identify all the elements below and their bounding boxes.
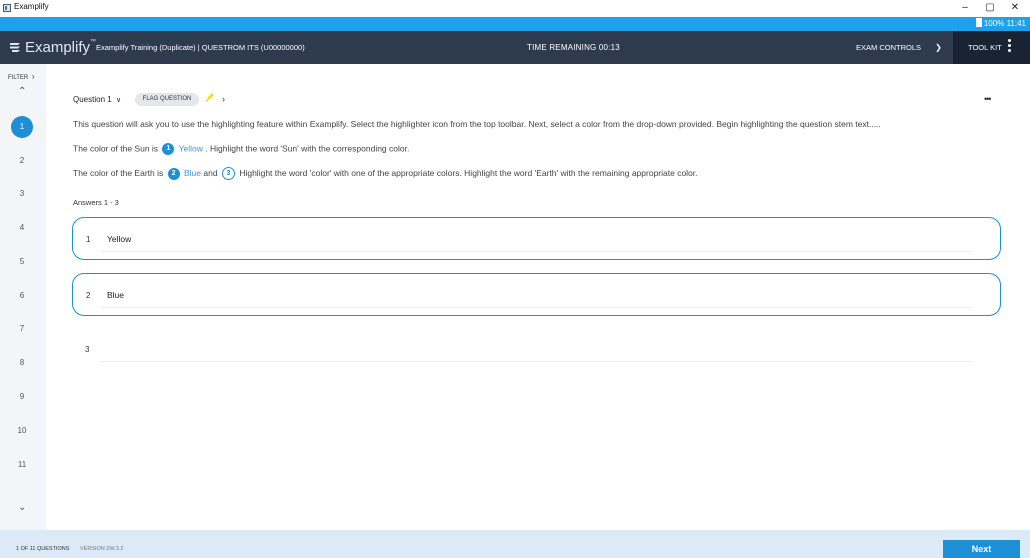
highlighter-color-chevron-icon[interactable]: › (222, 94, 225, 104)
toolkit-label: TOOL KIT (968, 43, 1002, 52)
earth-suffix: Highlight the word 'color' with one of t… (239, 167, 698, 178)
question-nav-8[interactable]: 8 (11, 352, 33, 374)
question-count: 1 OF 11 QUESTIONS (16, 546, 70, 552)
battery-status: 100% 11:41 (975, 18, 1026, 28)
answer-number: 3 (85, 345, 90, 354)
question-nav-11[interactable]: 11 (11, 454, 33, 476)
exam-controls-button[interactable]: EXAM CONTROLS ❯ (856, 43, 942, 52)
time-remaining: TIME REMAINING 00:13 (527, 43, 620, 52)
question-sidebar: FILTER › ⌃ 1 2 3 4 5 6 7 8 9 10 11 ⌄ (0, 64, 46, 530)
filter-label: FILTER (8, 75, 29, 81)
chevron-down-icon: ∨ (115, 97, 122, 104)
restore-button[interactable]: ▢ (979, 0, 1001, 17)
time-remaining-value: 00:13 (598, 43, 620, 52)
question-nav-4[interactable]: 4 (11, 217, 33, 239)
sun-suffix: . Highlight the word 'Sun' with the corr… (205, 143, 410, 154)
earth-mid: and (203, 167, 218, 178)
window-title: Examplify (14, 2, 49, 11)
examplify-logo-icon (10, 43, 20, 52)
question-nav-10[interactable]: 10 (11, 420, 33, 442)
blank-badge-2: 2 (167, 167, 180, 180)
close-button[interactable]: ✕ (1004, 0, 1026, 17)
answer-field-2[interactable]: 2 Blue (72, 273, 1001, 316)
answer-value[interactable]: Blue (107, 290, 124, 300)
logo-text: Examplify (25, 39, 91, 56)
filter-button[interactable]: FILTER › (8, 72, 35, 81)
window-titlebar: Examplify – ▢ ✕ (0, 0, 1030, 17)
time-remaining-label: TIME REMAINING (527, 43, 597, 52)
chevron-down-icon: ❯ (935, 43, 942, 52)
flag-question-button[interactable]: FLAG QUESTION (135, 93, 199, 106)
app-icon (3, 4, 11, 12)
clock: 11:41 (1006, 19, 1026, 28)
examplify-logo: Examplify™ (9, 39, 96, 57)
answer-value[interactable]: Yellow (107, 234, 131, 244)
next-button[interactable]: Next (943, 540, 1020, 558)
battery-icon (975, 18, 982, 27)
answer-number: 1 (86, 235, 91, 244)
answer-underline (101, 307, 972, 308)
question-nav-9[interactable]: 9 (11, 386, 33, 408)
question-nav-6[interactable]: 6 (11, 285, 33, 307)
toolkit-button[interactable]: TOOL KIT (953, 31, 1030, 64)
minimize-button[interactable]: – (954, 0, 976, 17)
question-nav-5[interactable]: 5 (11, 251, 33, 273)
question-nav-7[interactable]: 7 (11, 318, 33, 340)
status-bar: 100% 11:41 (0, 17, 1030, 31)
question-nav-2[interactable]: 2 (11, 150, 33, 172)
question-nav-1[interactable]: 1 (11, 116, 33, 138)
question-instructions: This question will ask you to use the hi… (73, 119, 881, 129)
question-line-sun: The color of the Sun is 1 Yellow . Highl… (73, 143, 409, 155)
earth-prefix: The color of the Earth is (73, 167, 164, 178)
blank-answer-2[interactable]: Blue (184, 168, 201, 178)
answer-number: 2 (86, 291, 91, 300)
highlighter-icon[interactable] (204, 91, 216, 103)
question-nav-3[interactable]: 3 (11, 183, 33, 205)
exam-controls-label: EXAM CONTROLS (856, 43, 922, 52)
chevron-right-icon: › (31, 72, 35, 81)
scroll-down-chevron-icon[interactable]: ⌄ (18, 502, 26, 513)
blank-answer-1[interactable]: Yellow (179, 143, 203, 153)
answer-underline (101, 251, 972, 252)
answers-label: Answers 1 - 3 (73, 198, 119, 207)
battery-level: 100% (983, 19, 1005, 28)
kebab-menu-icon (1008, 39, 1011, 54)
exam-title: Examplify Training (Duplicate) | QUESTRO… (96, 43, 305, 52)
exam-footer: 1 OF 11 QUESTIONS VERSION 2W.3.2 Next (0, 530, 1030, 558)
version-label: VERSION 2W.3.2 (80, 546, 124, 552)
question-selector[interactable]: Question 1 ∨ (73, 95, 121, 104)
exam-header: Examplify™ Examplify Training (Duplicate… (0, 31, 1030, 64)
blank-badge-1: 1 (162, 143, 175, 155)
scroll-up-chevron-icon[interactable]: ⌃ (18, 86, 26, 97)
answer-field-3[interactable]: 3 (72, 337, 1001, 367)
sun-prefix: The color of the Sun is (73, 143, 159, 154)
question-line-earth: The color of the Earth is 2 Blue and 3 H… (73, 167, 698, 180)
more-options-icon[interactable]: ••• (984, 94, 992, 104)
answer-underline (100, 361, 973, 362)
blank-badge-3[interactable]: 3 (221, 167, 235, 180)
answer-field-1[interactable]: 1 Yellow (72, 217, 1001, 260)
question-title: Question 1 (73, 95, 112, 104)
